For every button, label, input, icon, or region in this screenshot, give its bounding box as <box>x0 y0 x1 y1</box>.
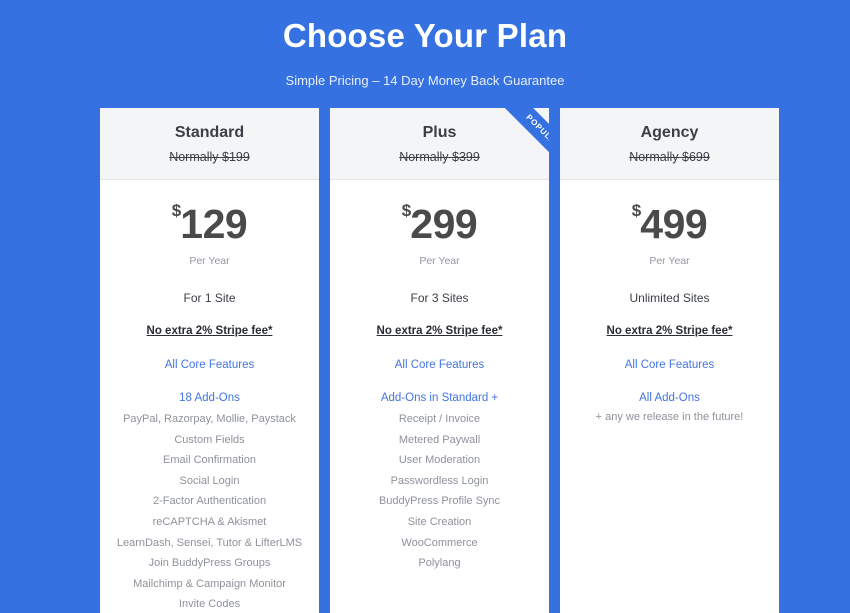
list-item: reCAPTCHA & Akismet <box>152 515 267 528</box>
list-item: BuddyPress Profile Sync <box>378 495 501 508</box>
list-item: Invite Codes <box>178 598 241 611</box>
list-item: Site Creation <box>407 515 472 528</box>
plan-sites: For 1 Site <box>183 291 236 305</box>
future-releases-note: + any we release in the future! <box>595 411 744 423</box>
card-body-plus: $299 Per Year For 3 Sites No extra 2% St… <box>330 180 549 613</box>
list-item: Mailchimp & Campaign Monitor <box>133 577 286 590</box>
list-item: 2-Factor Authentication <box>152 495 267 508</box>
plan-original-price: Normally $399 <box>399 150 480 164</box>
plan-sites: For 3 Sites <box>410 291 469 305</box>
pricing-card-plus: Plus Normally $399 POPULAR $299 Per Year… <box>330 108 549 613</box>
plan-sites: Unlimited Sites <box>629 291 710 305</box>
addons-heading[interactable]: 18 Add-Ons <box>110 390 309 406</box>
feature-list-plus: Receipt / Invoice Metered Paywall User M… <box>340 409 539 574</box>
core-features-link[interactable]: All Core Features <box>340 357 539 373</box>
list-item: Custom Fields <box>174 433 245 446</box>
price-amount: 299 <box>410 201 478 247</box>
card-header-plus: Plus Normally $399 POPULAR <box>330 108 549 180</box>
card-body-agency: $499 Per Year Unlimited Sites No extra 2… <box>560 180 779 613</box>
price-block: $129 <box>110 202 309 245</box>
price-period: Per Year <box>649 255 690 267</box>
page-title: Choose Your Plan <box>282 17 568 54</box>
list-item: Passwordless Login <box>390 474 489 487</box>
pricing-page: Choose Your Plan Simple Pricing – 14 Day… <box>0 0 850 613</box>
price-block: $299 <box>340 202 539 245</box>
page-subtitle: Simple Pricing – 14 Day Money Back Guara… <box>285 73 565 88</box>
card-body-standard: $129 Per Year For 1 Site No extra 2% Str… <box>100 180 319 613</box>
list-item: Metered Paywall <box>398 433 481 446</box>
price-period: Per Year <box>419 255 460 267</box>
card-header-agency: Agency Normally $699 <box>560 108 779 180</box>
plan-name: Standard <box>174 124 245 141</box>
pricing-cards-container: Standard Normally $199 $129 Per Year For… <box>100 108 780 613</box>
feature-list-standard: PayPal, Razorpay, Mollie, Paystack Custo… <box>110 409 309 613</box>
popular-ribbon: POPULAR <box>477 108 549 179</box>
addons-heading[interactable]: All Add-Ons <box>570 390 769 406</box>
list-item: Polylang <box>418 557 461 570</box>
stripe-fee-note: No extra 2% Stripe fee* <box>376 325 503 337</box>
price-amount: 499 <box>640 201 708 247</box>
list-item: PayPal, Razorpay, Mollie, Paystack <box>123 413 296 425</box>
price-currency-symbol: $ <box>631 201 642 220</box>
list-item: Join BuddyPress Groups <box>148 557 271 570</box>
list-item: LearnDash, Sensei, Tutor & LifterLMS <box>116 536 303 549</box>
price-currency-symbol: $ <box>171 201 182 220</box>
addons-heading[interactable]: Add-Ons in Standard + <box>340 390 539 406</box>
core-features-link[interactable]: All Core Features <box>570 357 769 373</box>
price-block: $499 <box>570 202 769 245</box>
card-header-standard: Standard Normally $199 <box>100 108 319 180</box>
price-currency-symbol: $ <box>401 201 412 220</box>
page-header: Choose Your Plan Simple Pricing – 14 Day… <box>0 0 850 90</box>
plan-original-price: Normally $199 <box>169 150 250 164</box>
list-item: User Moderation <box>398 454 481 467</box>
pricing-card-standard: Standard Normally $199 $129 Per Year For… <box>100 108 319 613</box>
core-features-link[interactable]: All Core Features <box>110 357 309 373</box>
stripe-fee-note: No extra 2% Stripe fee* <box>146 325 273 337</box>
price-period: Per Year <box>189 255 230 267</box>
list-item: Email Confirmation <box>163 454 256 467</box>
list-item: WooCommerce <box>401 536 478 549</box>
price-amount: 129 <box>180 201 248 247</box>
list-item: Receipt / Invoice <box>398 413 481 425</box>
plan-name: Plus <box>422 124 457 141</box>
pricing-card-agency: Agency Normally $699 $499 Per Year Unlim… <box>560 108 779 613</box>
list-item: Social Login <box>179 474 240 487</box>
stripe-fee-note: No extra 2% Stripe fee* <box>606 325 733 337</box>
plan-original-price: Normally $699 <box>629 150 710 164</box>
plan-name: Agency <box>640 124 699 141</box>
